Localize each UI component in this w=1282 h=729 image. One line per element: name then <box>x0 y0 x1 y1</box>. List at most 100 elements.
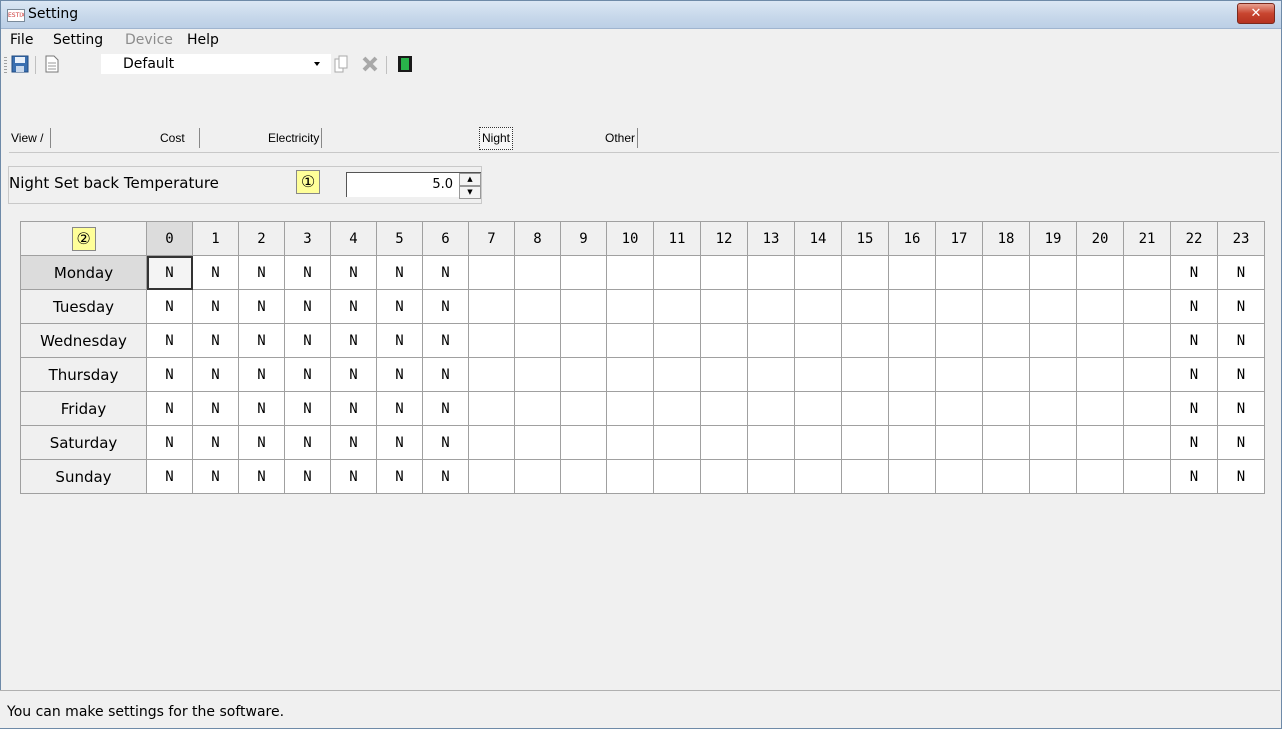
schedule-cell[interactable] <box>888 323 936 358</box>
schedule-cell[interactable]: N <box>238 323 285 358</box>
schedule-cell[interactable] <box>935 425 983 460</box>
schedule-cell[interactable] <box>794 391 842 426</box>
schedule-cell[interactable] <box>935 255 983 290</box>
hour-header-18[interactable]: 18 <box>982 221 1030 256</box>
schedule-cell[interactable]: N <box>1170 391 1218 426</box>
schedule-cell[interactable]: N <box>146 357 193 392</box>
schedule-cell[interactable]: N <box>192 459 239 494</box>
schedule-cell[interactable]: N <box>192 255 239 290</box>
schedule-cell[interactable]: N <box>330 459 377 494</box>
schedule-cell[interactable]: N <box>1170 255 1218 290</box>
schedule-cell[interactable] <box>841 391 889 426</box>
hour-header-19[interactable]: 19 <box>1029 221 1077 256</box>
schedule-cell[interactable]: N <box>376 323 423 358</box>
day-header-tuesday[interactable]: Tuesday <box>20 289 147 324</box>
day-header-monday[interactable]: Monday <box>20 255 147 290</box>
schedule-cell[interactable] <box>888 289 936 324</box>
schedule-cell[interactable] <box>747 357 795 392</box>
schedule-cell[interactable] <box>700 425 748 460</box>
schedule-cell[interactable]: N <box>146 255 193 290</box>
menu-help[interactable]: Help <box>187 32 219 48</box>
schedule-cell[interactable] <box>747 391 795 426</box>
schedule-cell[interactable] <box>653 255 701 290</box>
schedule-cell[interactable] <box>560 459 607 494</box>
day-header-friday[interactable]: Friday <box>20 391 147 426</box>
schedule-cell[interactable] <box>514 323 561 358</box>
schedule-cell[interactable] <box>1076 425 1124 460</box>
schedule-cell[interactable] <box>468 391 515 426</box>
schedule-cell[interactable] <box>606 459 654 494</box>
schedule-cell[interactable] <box>560 289 607 324</box>
schedule-cell[interactable] <box>747 425 795 460</box>
schedule-cell[interactable] <box>935 323 983 358</box>
schedule-cell[interactable]: N <box>284 425 331 460</box>
schedule-cell[interactable] <box>514 425 561 460</box>
schedule-cell[interactable]: N <box>1217 289 1265 324</box>
schedule-cell[interactable] <box>841 425 889 460</box>
schedule-cell[interactable] <box>888 255 936 290</box>
delete-icon[interactable] <box>361 55 379 73</box>
schedule-cell[interactable] <box>514 357 561 392</box>
day-header-wednesday[interactable]: Wednesday <box>20 323 147 358</box>
day-header-thursday[interactable]: Thursday <box>20 357 147 392</box>
schedule-cell[interactable] <box>514 255 561 290</box>
schedule-cell[interactable] <box>1123 323 1171 358</box>
spin-down-icon[interactable]: ▼ <box>459 186 481 199</box>
schedule-cell[interactable] <box>514 289 561 324</box>
menu-device[interactable]: Device <box>125 32 173 48</box>
schedule-cell[interactable]: N <box>330 425 377 460</box>
schedule-cell[interactable]: N <box>1170 289 1218 324</box>
hour-header-7[interactable]: 7 <box>468 221 515 256</box>
schedule-cell[interactable] <box>794 425 842 460</box>
schedule-cell[interactable]: N <box>1170 459 1218 494</box>
schedule-cell[interactable]: N <box>1217 323 1265 358</box>
schedule-cell[interactable] <box>1123 255 1171 290</box>
schedule-cell[interactable] <box>982 255 1030 290</box>
schedule-cell[interactable] <box>747 459 795 494</box>
hour-header-14[interactable]: 14 <box>794 221 842 256</box>
tab-view-unit-setting[interactable]: View / Unit Setting <box>9 128 52 185</box>
schedule-cell[interactable] <box>982 289 1030 324</box>
schedule-cell[interactable]: N <box>284 459 331 494</box>
schedule-cell[interactable] <box>1029 289 1077 324</box>
schedule-cell[interactable]: N <box>422 357 469 392</box>
spin-up-icon[interactable]: ▲ <box>459 173 481 186</box>
schedule-cell[interactable] <box>653 425 701 460</box>
schedule-cell[interactable] <box>888 425 936 460</box>
schedule-cell[interactable] <box>794 459 842 494</box>
schedule-cell[interactable] <box>606 357 654 392</box>
schedule-cell[interactable] <box>1123 289 1171 324</box>
schedule-cell[interactable]: N <box>238 289 285 324</box>
schedule-cell[interactable] <box>606 391 654 426</box>
schedule-cell[interactable] <box>794 357 842 392</box>
schedule-cell[interactable] <box>560 255 607 290</box>
schedule-cell[interactable]: N <box>1217 391 1265 426</box>
schedule-cell[interactable]: N <box>146 323 193 358</box>
schedule-cell[interactable] <box>700 357 748 392</box>
schedule-cell[interactable] <box>1123 357 1171 392</box>
schedule-cell[interactable] <box>841 323 889 358</box>
schedule-cell[interactable]: N <box>192 425 239 460</box>
schedule-cell[interactable] <box>935 357 983 392</box>
schedule-cell[interactable] <box>841 255 889 290</box>
schedule-cell[interactable] <box>794 289 842 324</box>
schedule-cell[interactable]: N <box>146 391 193 426</box>
schedule-cell[interactable]: N <box>376 255 423 290</box>
schedule-cell[interactable]: N <box>238 425 285 460</box>
schedule-cell[interactable] <box>1076 323 1124 358</box>
schedule-cell[interactable]: N <box>1170 323 1218 358</box>
schedule-cell[interactable] <box>1076 391 1124 426</box>
schedule-cell[interactable] <box>982 391 1030 426</box>
schedule-cell[interactable] <box>1076 255 1124 290</box>
schedule-cell[interactable]: N <box>330 289 377 324</box>
schedule-cell[interactable] <box>747 323 795 358</box>
schedule-cell[interactable] <box>653 357 701 392</box>
schedule-cell[interactable]: N <box>330 391 377 426</box>
schedule-cell[interactable] <box>841 459 889 494</box>
schedule-cell[interactable]: N <box>330 357 377 392</box>
schedule-cell[interactable] <box>653 391 701 426</box>
schedule-cell[interactable] <box>982 459 1030 494</box>
schedule-cell[interactable] <box>1029 425 1077 460</box>
schedule-cell[interactable]: N <box>422 255 469 290</box>
hour-header-9[interactable]: 9 <box>560 221 607 256</box>
